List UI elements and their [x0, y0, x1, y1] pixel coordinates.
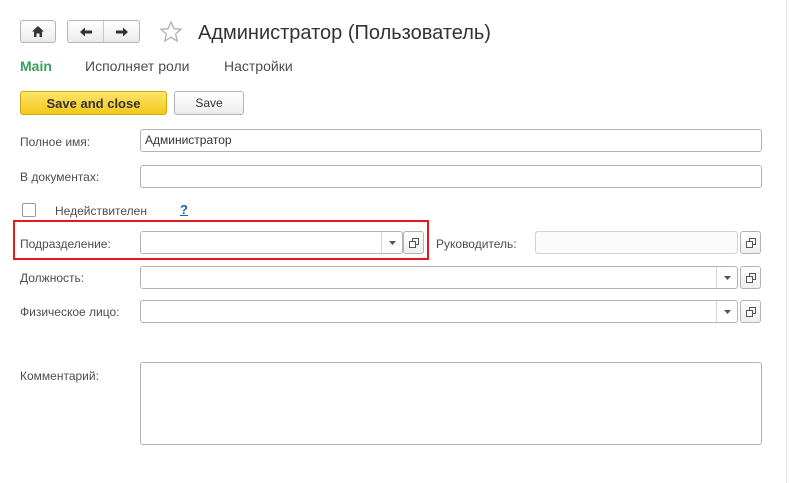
individual-open-button[interactable] [740, 300, 761, 323]
tab-settings[interactable]: Настройки [224, 58, 293, 74]
department-dropdown-button[interactable] [381, 232, 402, 253]
position-open-button[interactable] [740, 266, 761, 289]
open-window-icon [745, 272, 756, 283]
manager-label: Руководитель: [436, 237, 517, 251]
arrow-left-icon [79, 27, 92, 36]
invalid-label: Недействителен [55, 204, 147, 218]
full-name-input[interactable]: Администратор [140, 129, 762, 152]
chevron-down-icon [723, 275, 731, 280]
open-window-icon [745, 306, 756, 317]
window-edge [786, 0, 787, 483]
history-button-group [67, 20, 140, 43]
manager-open-button[interactable] [740, 231, 761, 254]
tab-main[interactable]: Main [20, 58, 52, 74]
back-button[interactable] [68, 21, 103, 42]
home-button[interactable] [21, 21, 55, 42]
comment-textarea[interactable] [140, 362, 762, 445]
comment-label: Комментарий: [20, 369, 99, 383]
in-documents-label: В документах: [20, 170, 100, 184]
manager-input[interactable] [535, 231, 738, 254]
department-label: Подразделение: [20, 237, 111, 251]
chevron-down-icon [388, 240, 396, 245]
save-button[interactable]: Save [174, 91, 244, 115]
department-select[interactable] [140, 231, 403, 254]
tab-roles[interactable]: Исполняет роли [85, 58, 189, 74]
position-label: Должность: [20, 271, 85, 285]
arrow-right-icon [115, 27, 128, 36]
forward-button[interactable] [104, 21, 139, 42]
position-select[interactable] [140, 266, 738, 289]
save-and-close-button[interactable]: Save and close [20, 91, 167, 115]
help-link[interactable]: ? [180, 202, 188, 217]
individual-label: Физическое лицо: [20, 305, 120, 319]
chevron-down-icon [723, 309, 731, 314]
department-open-button[interactable] [403, 231, 424, 254]
home-button-group [20, 20, 56, 43]
in-documents-input[interactable] [140, 165, 762, 188]
open-window-icon [745, 237, 756, 248]
page-title: Администратор (Пользователь) [198, 22, 491, 44]
full-name-label: Полное имя: [20, 135, 91, 149]
star-icon[interactable] [159, 20, 183, 44]
position-dropdown-button[interactable] [716, 267, 737, 288]
home-icon [32, 26, 44, 37]
open-window-icon [408, 237, 419, 248]
individual-dropdown-button[interactable] [716, 301, 737, 322]
invalid-checkbox[interactable] [22, 203, 36, 217]
individual-select[interactable] [140, 300, 738, 323]
